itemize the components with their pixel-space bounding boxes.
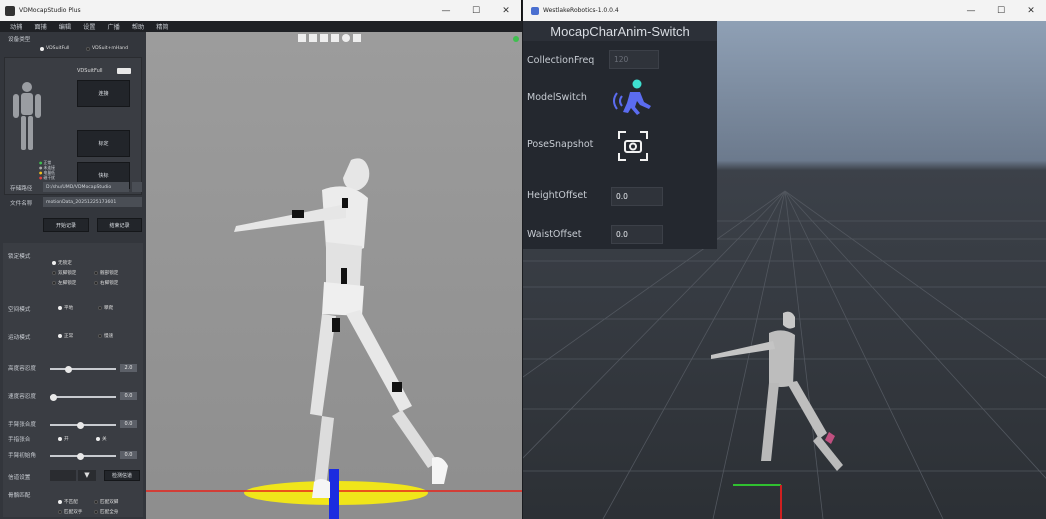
panel-title: MocapCharAnim-Switch xyxy=(523,21,717,41)
radio-vdsuitfull[interactable]: VDSuitFull xyxy=(40,46,69,51)
app-logo-icon xyxy=(5,5,15,16)
channel-label: 信道设置 xyxy=(8,475,31,481)
radio-slow[interactable]: 慢速 xyxy=(98,333,113,339)
minimize-button[interactable]: — xyxy=(956,0,986,21)
left-menubar: 动捕 面捕 编辑 设置 广播 帮助 精简 xyxy=(0,21,522,32)
slider-knob[interactable] xyxy=(76,421,84,429)
bone-match-label: 骨骼匹配 xyxy=(8,493,31,499)
avatar-figure xyxy=(146,158,522,519)
connect-button[interactable]: 连接 xyxy=(77,80,130,107)
model-switch-label: ModelSwitch xyxy=(527,92,587,103)
radio-left-foot[interactable]: 左脚锁定 xyxy=(52,280,76,286)
camera-snapshot-icon[interactable] xyxy=(617,130,649,162)
waist-offset-field[interactable]: 0.0 xyxy=(611,225,663,244)
menu-broadcast[interactable]: 广播 xyxy=(108,22,120,31)
menu-simple[interactable]: 精简 xyxy=(156,22,168,31)
space-mode-label: 空间模式 xyxy=(8,307,31,313)
height-offset-field[interactable]: 0.0 xyxy=(611,187,663,206)
menu-mocap[interactable]: 动捕 xyxy=(10,22,22,31)
left-window-title: VDMocapStudio Plus xyxy=(19,7,81,14)
browse-button[interactable] xyxy=(132,182,142,192)
collection-freq-label: CollectionFreq xyxy=(527,55,595,66)
radio-match-feet[interactable]: 匹配双脚 xyxy=(94,499,118,505)
radio-flat[interactable]: 平地 xyxy=(58,305,73,311)
menu-facecap[interactable]: 面捕 xyxy=(34,22,46,31)
radio-climb[interactable]: 攀爬 xyxy=(98,305,113,311)
channel-select[interactable] xyxy=(50,470,76,481)
motion-mode-label: 运动模式 xyxy=(8,335,31,341)
menu-settings[interactable]: 设置 xyxy=(83,22,95,31)
slider-knob[interactable] xyxy=(64,365,72,373)
speed-tol-slider[interactable] xyxy=(50,393,116,401)
speed-tol-label: 速度容忍度 xyxy=(8,394,36,400)
finger-close-label: 手指张合 xyxy=(8,437,31,443)
height-tol-label: 高度容忍度 xyxy=(8,366,36,372)
maximize-button[interactable]: ☐ xyxy=(986,0,1016,21)
app-logo-icon xyxy=(531,6,539,15)
slider-knob[interactable] xyxy=(50,393,57,401)
device-name: VDSuitFull xyxy=(77,68,103,74)
radio-match-hands[interactable]: 匹配双手 xyxy=(58,509,82,515)
radio-no-match[interactable]: 不匹配 xyxy=(58,499,78,505)
status-legend: ● 正常 ● 未连接 ● 电量低 ● 磁干扰 xyxy=(39,160,55,180)
right-window-title: WestlakeRobotics-1.0.0.4 xyxy=(543,7,619,14)
arm-open-value[interactable]: 0.0 xyxy=(120,420,137,428)
radio-both-feet[interactable]: 双脚锁定 xyxy=(52,270,76,276)
save-path-field[interactable]: D:/shu/UMD/VDMocapStudio xyxy=(43,182,129,192)
westlake-window: WestlakeRobotics-1.0.0.4 — ☐ ✕ MocapChar… xyxy=(523,0,1046,519)
speed-tol-value[interactable]: 0.0 xyxy=(120,392,137,400)
device-toggle[interactable] xyxy=(117,68,131,74)
radio-hip[interactable]: 髋部锁定 xyxy=(94,270,118,276)
arm-open-slider[interactable] xyxy=(50,421,116,429)
stop-record-button[interactable]: 结束记录 xyxy=(97,218,142,232)
height-tol-slider[interactable] xyxy=(50,365,116,373)
filename-field[interactable]: motionData_20251225173601 xyxy=(43,197,142,207)
control-panel: 设备类型 VDSuitFull VDSuit+mHand VDSuitFull … xyxy=(0,32,146,519)
radio-match-body[interactable]: 匹配全身 xyxy=(94,509,118,515)
filename-label: 文件名称 xyxy=(10,201,33,207)
height-offset-label: HeightOffset xyxy=(527,190,587,201)
save-path-label: 存储路径 xyxy=(10,186,33,192)
close-button[interactable]: ✕ xyxy=(491,0,521,21)
radio-right-foot[interactable]: 右脚锁定 xyxy=(94,280,118,286)
collection-freq-field[interactable]: 120 xyxy=(609,50,659,69)
maximize-button[interactable]: ☐ xyxy=(461,0,491,21)
radio-vdsuit-mhand[interactable]: VDSuit+mHand xyxy=(86,46,128,51)
finger-init-label: 手臂初始角 xyxy=(8,453,36,459)
radio-finger-close[interactable]: 关 xyxy=(96,436,107,442)
start-record-button[interactable]: 开始记录 xyxy=(43,218,89,232)
finger-init-value[interactable]: 0.0 xyxy=(120,451,137,459)
finger-init-slider[interactable] xyxy=(50,452,116,460)
body-figure-icon xyxy=(13,82,41,150)
left-titlebar: VDMocapStudio Plus — ☐ ✕ xyxy=(0,0,521,21)
height-tol-value[interactable]: 2.0 xyxy=(120,364,137,372)
waist-offset-label: WaistOffset xyxy=(527,229,582,240)
left-viewport[interactable] xyxy=(146,32,522,519)
device-box: VDSuitFull 连接 标定 快标 ● 正常 ● 未连接 ● 电量低 ● 磁… xyxy=(4,57,142,195)
device-type-label: 设备类型 xyxy=(8,37,31,43)
radio-normal[interactable]: 正常 xyxy=(58,333,73,339)
model-switch-icon[interactable] xyxy=(613,78,653,116)
radio-finger-open[interactable]: 开 xyxy=(58,436,69,442)
calibrate-button[interactable]: 标定 xyxy=(77,130,130,157)
right-titlebar: WestlakeRobotics-1.0.0.4 — ☐ ✕ xyxy=(523,0,1046,21)
close-button[interactable]: ✕ xyxy=(1016,0,1046,21)
radio-no-lock[interactable]: 无锁定 xyxy=(52,260,72,266)
pose-snapshot-label: PoseSnapshot xyxy=(527,139,594,150)
minimize-button[interactable]: — xyxy=(431,0,461,21)
chevron-down-icon[interactable]: ▼ xyxy=(78,470,96,481)
anim-switch-panel: MocapCharAnim-Switch CollectionFreq 120 … xyxy=(523,21,717,249)
detect-channel-button[interactable]: 检测信道 xyxy=(104,470,140,481)
mocap-studio-window: VDMocapStudio Plus — ☐ ✕ 动捕 面捕 编辑 设置 广播 … xyxy=(0,0,522,519)
slider-knob[interactable] xyxy=(76,452,84,460)
arm-open-label: 手臂张合度 xyxy=(8,422,36,428)
menu-edit[interactable]: 编辑 xyxy=(59,22,71,31)
lock-mode-label: 锁定模式 xyxy=(8,254,31,260)
menu-help[interactable]: 帮助 xyxy=(132,22,144,31)
